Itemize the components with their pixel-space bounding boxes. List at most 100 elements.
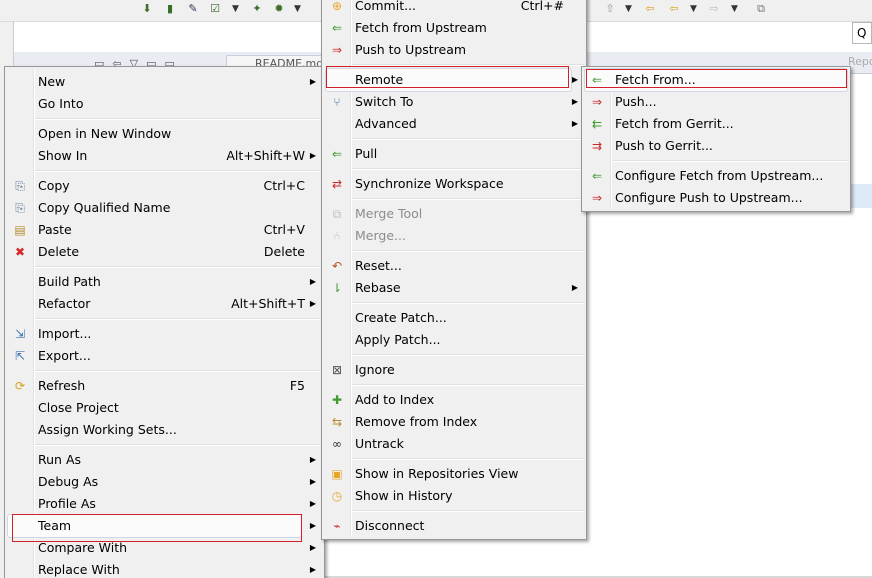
chevron-down-icon[interactable]: ▼ — [232, 2, 239, 16]
new-icon[interactable]: ✦ — [250, 2, 264, 16]
menu-item-merge-tool[interactable]: ⧉ Merge Tool — [324, 203, 584, 225]
push-icon: ⇒ — [591, 95, 603, 109]
menu-item-show-in-repositories-view[interactable]: ▣ Show in Repositories View — [324, 463, 584, 485]
configure-fetch-icon: ⇐ — [591, 169, 603, 183]
menu-item-rebase[interactable]: ⇂ Rebase ▶ — [324, 277, 584, 299]
fetch-upstream-icon: ⇐ — [331, 21, 343, 35]
menu-item-go-into[interactable]: Go Into — [7, 93, 322, 115]
submenu-arrow-icon: ▶ — [309, 477, 316, 486]
submenu-arrow-icon: ▶ — [309, 77, 316, 86]
menu-item-push-to-gerrit[interactable]: ⇉ Push to Gerrit... — [584, 135, 848, 157]
menu-item-remove-from-index[interactable]: ⇆ Remove from Index — [324, 411, 584, 433]
submenu-arrow-icon: ▶ — [309, 277, 316, 286]
merge-tool-icon: ⧉ — [332, 207, 342, 221]
reset-icon: ↶ — [331, 259, 343, 273]
delete-icon: ✖ — [14, 245, 26, 259]
back-alt-icon[interactable]: ⇦ — [667, 2, 681, 16]
refresh-icon: ⟳ — [14, 379, 26, 393]
menu-item-create-patch[interactable]: Create Patch... — [324, 307, 584, 329]
menu-item-configure-fetch-from-upstream[interactable]: ⇐ Configure Fetch from Upstream... — [584, 165, 848, 187]
chevron-down-icon[interactable]: ▼ — [294, 2, 301, 16]
menu-item-refresh[interactable]: ⟳ Refresh F5 — [7, 375, 322, 397]
menu-item-configure-push-to-upstream[interactable]: ⇒ Configure Push to Upstream... — [584, 187, 848, 209]
submenu-arrow-icon: ▶ — [571, 119, 578, 128]
download-icon[interactable]: ⬇ — [140, 2, 154, 16]
pull-icon: ⇐ — [331, 147, 343, 161]
team-submenu: ⊕ Commit... Ctrl+# ⇐ Fetch from Upstream ⇒ P… — [321, 0, 587, 540]
menu-item-advanced[interactable]: Advanced ▶ — [324, 113, 584, 135]
task-icon[interactable]: ☑ — [208, 2, 222, 16]
menu-item-synchronize-workspace[interactable]: ⇄ Synchronize Workspace — [324, 173, 584, 195]
back-icon[interactable]: ⇦ — [643, 2, 657, 16]
menu-separator — [35, 370, 322, 372]
menu-item-compare-with[interactable]: Compare With ▶ — [7, 537, 322, 559]
menu-item-close-project[interactable]: Close Project — [7, 397, 322, 419]
menu-item-show-in-history[interactable]: ◷ Show in History — [324, 485, 584, 507]
menu-item-apply-patch[interactable]: Apply Patch... — [324, 329, 584, 351]
menu-item-fetch-from[interactable]: ⇐ Fetch From... — [584, 69, 848, 91]
battery-icon[interactable]: ▮ — [163, 2, 177, 16]
menu-separator — [35, 444, 322, 446]
menu-item-paste[interactable]: ▤ Paste Ctrl+V — [7, 219, 322, 241]
menu-item-pull[interactable]: ⇐ Pull — [324, 143, 584, 165]
menu-item-build-path[interactable]: Build Path ▶ — [7, 271, 322, 293]
fetch-from-icon: ⇐ — [591, 73, 603, 87]
chevron-down-icon[interactable]: ▼ — [625, 2, 632, 16]
menu-item-assign-working-sets[interactable]: Assign Working Sets... — [7, 419, 322, 441]
repositories-tab[interactable]: Repositor — [848, 55, 872, 68]
menu-item-push-to-upstream[interactable]: ⇒ Push to Upstream — [324, 39, 584, 61]
submenu-arrow-icon: ▶ — [571, 97, 578, 106]
menu-separator — [35, 118, 322, 120]
menu-separator — [35, 170, 322, 172]
submenu-arrow-icon: ▶ — [309, 499, 316, 508]
history-icon: ◷ — [331, 489, 343, 503]
menu-item-run-as[interactable]: Run As ▶ — [7, 449, 322, 471]
menu-item-fetch-from-gerrit[interactable]: ⇇ Fetch from Gerrit... — [584, 113, 848, 135]
ignore-icon: ⊠ — [331, 363, 343, 377]
debug-bug-icon[interactable]: ✹ — [272, 2, 286, 16]
quick-access-input[interactable]: Q — [852, 22, 872, 44]
menu-item-export[interactable]: ⇱ Export... — [7, 345, 322, 367]
submenu-arrow-icon: ▶ — [309, 299, 316, 308]
menu-item-fetch-from-upstream[interactable]: ⇐ Fetch from Upstream — [324, 17, 584, 39]
menu-item-team[interactable]: Team ▶ — [7, 515, 322, 537]
menu-item-switch-to[interactable]: ⑂ Switch To ▶ — [324, 91, 584, 113]
nav-up-icon[interactable]: ⇧ — [603, 2, 617, 16]
export-icon: ⇱ — [14, 349, 26, 363]
menu-item-new[interactable]: New ▶ — [7, 71, 322, 93]
remove-from-index-icon: ⇆ — [331, 415, 343, 429]
menu-item-replace-with[interactable]: Replace With ▶ — [7, 559, 322, 578]
chevron-down-icon[interactable]: ▼ — [690, 2, 697, 16]
menu-item-copy[interactable]: ⎘ Copy Ctrl+C — [7, 175, 322, 197]
selection-strip — [848, 184, 872, 208]
menu-separator — [35, 266, 322, 268]
menu-separator — [35, 318, 322, 320]
pin-icon[interactable]: ✎ — [186, 2, 200, 16]
add-to-index-icon: ✚ — [331, 393, 343, 407]
menu-item-merge[interactable]: ⑃ Merge... — [324, 225, 584, 247]
menu-item-reset[interactable]: ↶ Reset... — [324, 255, 584, 277]
menu-item-commit[interactable]: ⊕ Commit... Ctrl+# — [324, 0, 584, 17]
menu-item-ignore[interactable]: ⊠ Ignore — [324, 359, 584, 381]
menu-item-import[interactable]: ⇲ Import... — [7, 323, 322, 345]
menu-separator — [352, 458, 584, 460]
menu-item-copy-qualified-name[interactable]: ⎘ Copy Qualified Name — [7, 197, 322, 219]
menu-item-untrack[interactable]: ∞ Untrack — [324, 433, 584, 455]
forward-icon[interactable]: ⇨ — [707, 2, 721, 16]
import-icon: ⇲ — [14, 327, 26, 341]
menu-item-debug-as[interactable]: Debug As ▶ — [7, 471, 322, 493]
project-context-menu: New ▶ Go Into Open in New Window Show In A… — [4, 66, 325, 578]
menu-item-add-to-index[interactable]: ✚ Add to Index — [324, 389, 584, 411]
chevron-down-icon[interactable]: ▼ — [731, 2, 738, 16]
menu-item-disconnect[interactable]: ⌁ Disconnect — [324, 515, 584, 537]
paste-icon: ▤ — [14, 223, 26, 237]
copy-qualified-name-icon: ⎘ — [15, 201, 25, 215]
menu-item-push[interactable]: ⇒ Push... — [584, 91, 848, 113]
menu-item-open-in-new-window[interactable]: Open in New Window — [7, 123, 322, 145]
menu-item-refactor[interactable]: Refactor Alt+Shift+T ▶ — [7, 293, 322, 315]
menu-item-profile-as[interactable]: Profile As ▶ — [7, 493, 322, 515]
perspective-icon[interactable]: ⧉ — [754, 2, 768, 16]
menu-item-remote[interactable]: Remote ▶ — [324, 69, 584, 91]
menu-item-show-in[interactable]: Show In Alt+Shift+W ▶ — [7, 145, 322, 167]
menu-item-delete[interactable]: ✖ Delete Delete — [7, 241, 322, 263]
